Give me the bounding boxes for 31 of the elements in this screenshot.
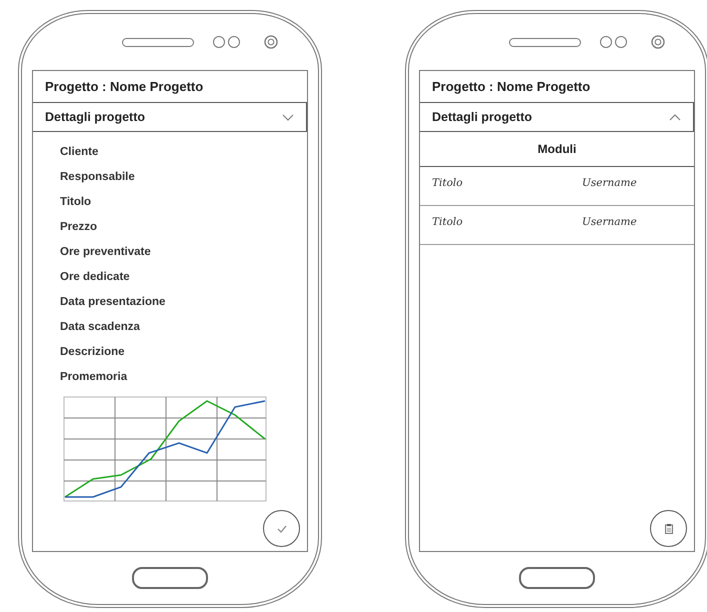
check-icon bbox=[276, 524, 286, 532]
camera-icon bbox=[264, 35, 278, 49]
field-label: Prezzo bbox=[60, 220, 98, 235]
module-username: Username bbox=[582, 216, 638, 228]
field-label: Data scadenza bbox=[60, 320, 141, 335]
camera-icon bbox=[651, 35, 665, 49]
clipboard-icon bbox=[664, 524, 672, 534]
speaker-grille bbox=[122, 38, 194, 46]
home-button[interactable] bbox=[519, 567, 595, 589]
field-label: Ore dedicate bbox=[60, 270, 131, 285]
field-label: Data presentazione bbox=[60, 295, 166, 310]
field-label: Descrizione bbox=[60, 345, 126, 360]
field-label: Cliente bbox=[60, 145, 100, 160]
action-button[interactable] bbox=[650, 510, 687, 547]
field-label: Ore preventivate bbox=[60, 245, 152, 260]
module-title: Titolo bbox=[432, 177, 464, 189]
speaker-grille bbox=[509, 38, 581, 46]
modules-heading: Moduli bbox=[420, 132, 694, 167]
home-button[interactable] bbox=[132, 567, 208, 589]
field-label: Responsabile bbox=[60, 170, 136, 185]
field-label: Titolo bbox=[60, 195, 92, 210]
module-username: Username bbox=[582, 177, 638, 189]
section-label: Dettagli progetto bbox=[45, 110, 145, 124]
module-title: Titolo bbox=[432, 216, 464, 228]
action-button[interactable] bbox=[263, 510, 300, 547]
section-header[interactable]: Dettagli progetto bbox=[420, 103, 694, 132]
project-title: Progetto : Nome Progetto bbox=[420, 71, 694, 103]
field-label: Promemoria bbox=[60, 370, 128, 385]
section-header[interactable]: Dettagli progetto bbox=[33, 103, 307, 132]
section-label: Dettagli progetto bbox=[432, 110, 532, 124]
project-title: Progetto : Nome Progetto bbox=[33, 71, 307, 103]
